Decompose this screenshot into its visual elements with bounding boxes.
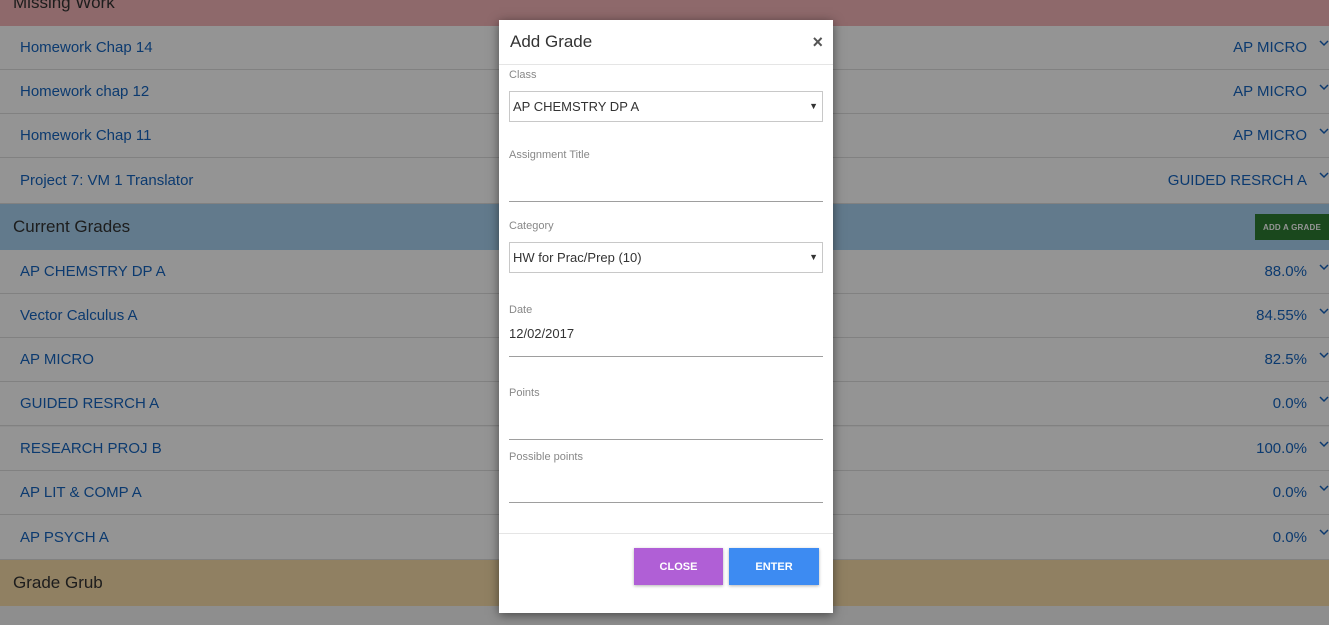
- enter-button[interactable]: ENTER: [729, 548, 819, 585]
- assignment-title-underline: [509, 201, 823, 202]
- category-label: Category: [509, 220, 554, 232]
- possible-points-underline: [509, 502, 823, 503]
- add-grade-modal: Add Grade × Class AP CHEMSTRY DP A ▼ Ass…: [499, 20, 833, 613]
- class-label: Class: [509, 69, 537, 81]
- date-underline: [509, 356, 823, 357]
- date-label: Date: [509, 304, 533, 316]
- possible-points-label: Possible points: [509, 451, 583, 463]
- class-select-value: AP CHEMSTRY DP A: [513, 99, 640, 114]
- close-icon[interactable]: ×: [812, 32, 823, 53]
- category-select[interactable]: HW for Prac/Prep (10) ▼: [509, 242, 823, 273]
- category-select-value: HW for Prac/Prep (10): [513, 250, 642, 265]
- dropdown-caret-icon: ▼: [809, 101, 818, 111]
- points-underline: [509, 439, 823, 440]
- date-input[interactable]: 12/02/2017: [509, 326, 574, 341]
- assignment-title-label: Assignment Title: [509, 149, 590, 161]
- dropdown-caret-icon: ▼: [809, 252, 818, 262]
- divider: [499, 533, 833, 534]
- close-button[interactable]: CLOSE: [634, 548, 723, 585]
- class-select[interactable]: AP CHEMSTRY DP A ▼: [509, 91, 823, 122]
- points-label: Points: [509, 387, 540, 399]
- divider: [499, 64, 833, 65]
- modal-title: Add Grade: [510, 32, 593, 51]
